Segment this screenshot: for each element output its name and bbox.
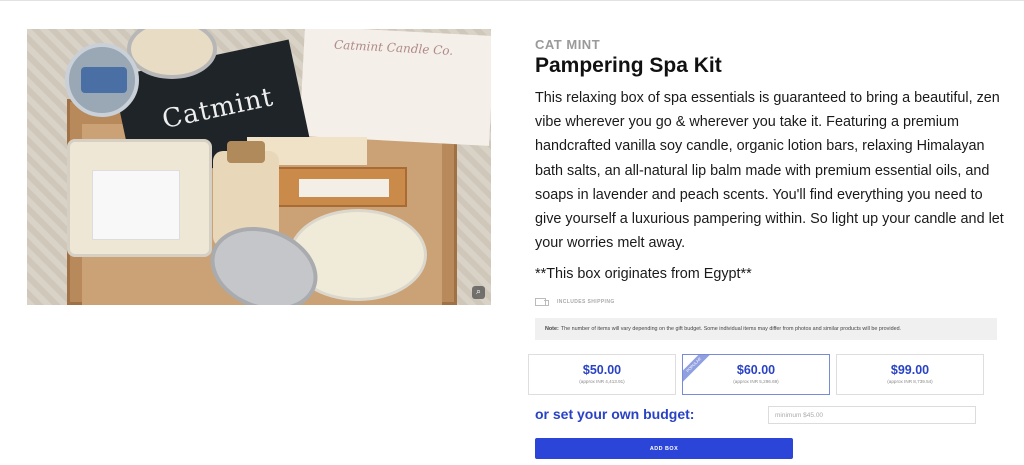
option-price: $99.00: [890, 363, 930, 377]
truck-icon: [535, 297, 549, 307]
budget-options: $50.00 (approx INR 4,413.91) POPULAR $60…: [528, 354, 984, 395]
note-label: Note:: [545, 326, 559, 332]
photo-peach-soap: [277, 167, 407, 207]
product-description: This relaxing box of spa essentials is g…: [535, 90, 1004, 252]
product-origin: **This box originates from Egypt**: [535, 266, 752, 282]
option-price: $50.00: [582, 363, 622, 377]
budget-option-60[interactable]: POPULAR $60.00 (approx INR 5,296.69): [682, 354, 830, 395]
add-box-button[interactable]: ADD BOX: [535, 438, 793, 459]
top-divider: [0, 0, 1024, 1]
shipping-label: INCLUDES SHIPPING: [557, 299, 615, 305]
product-brand[interactable]: CAT MINT: [535, 37, 600, 52]
note-text: The number of items will vary depending …: [560, 326, 902, 332]
option-approx: (approx INR 4,413.91): [579, 379, 625, 384]
own-budget-label: or set your own budget:: [535, 406, 695, 422]
photo-candle: [67, 139, 212, 257]
product-title: Pampering Spa Kit: [535, 54, 722, 77]
budget-option-99[interactable]: $99.00 (approx INR 8,739.54): [836, 354, 984, 395]
magnify-icon[interactable]: ⌕: [472, 286, 485, 299]
product-photo[interactable]: Catmint Candle Co. Catmint ⌕: [27, 29, 491, 305]
popular-ribbon: POPULAR: [683, 355, 713, 385]
option-approx: (approx INR 8,739.54): [887, 379, 933, 384]
custom-budget-input[interactable]: [768, 406, 976, 424]
photo-lip-balm-tin: [65, 43, 139, 117]
shipping-info: INCLUDES SHIPPING: [535, 297, 615, 307]
photo-info-card: Catmint Candle Co.: [299, 29, 491, 146]
budget-option-50[interactable]: $50.00 (approx INR 4,413.91): [528, 354, 676, 395]
budget-note: Note: The number of items will vary depe…: [535, 318, 997, 340]
